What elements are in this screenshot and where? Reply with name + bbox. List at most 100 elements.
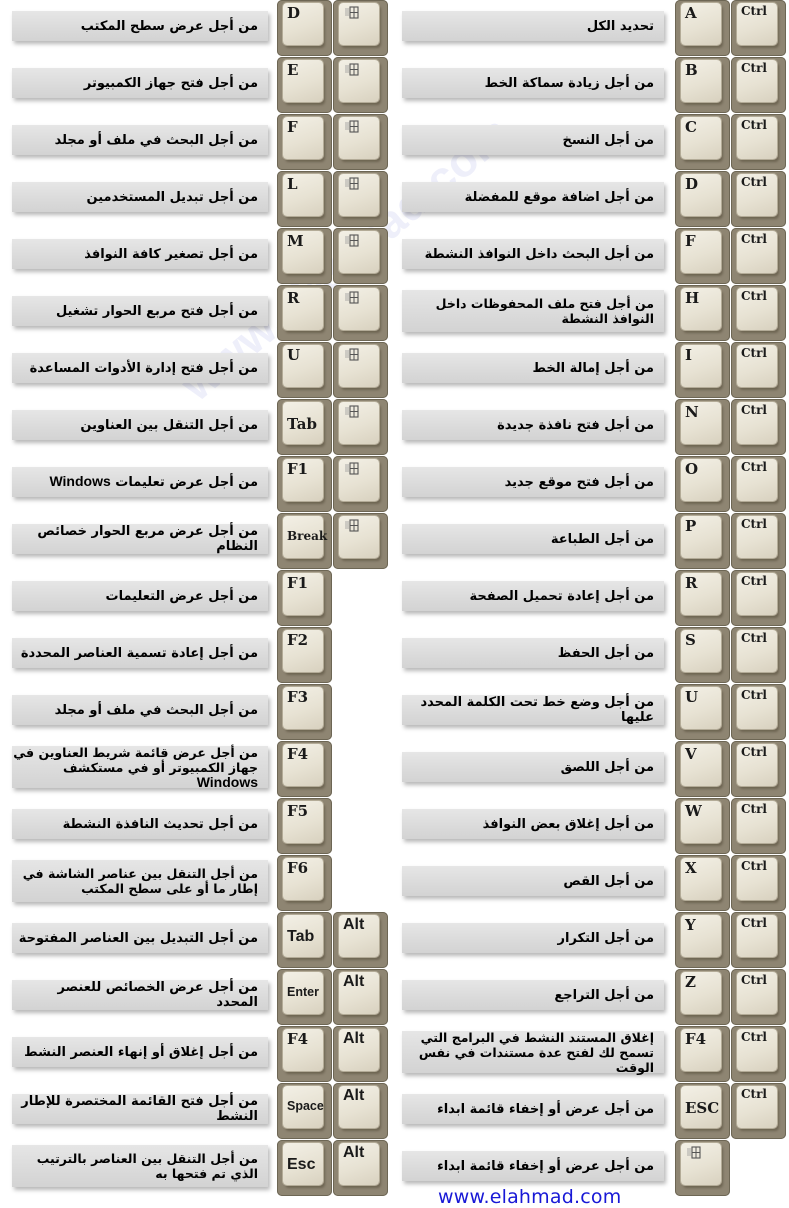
shortcut-description: من أجل التكرار [402,923,664,953]
description-arabic: من أجل البحث في ملف أو مجلد [54,132,258,148]
key-alt: Alt [333,1026,388,1082]
description-text: من أجل عرض التعليمات [106,589,258,604]
description-arabic: من أجل عرض تعليمات [115,475,258,490]
key-label: Alt [343,916,365,933]
key-label: O [685,460,699,478]
description-text: من أجل تبديل المستخدمين [87,190,258,205]
website-link[interactable]: www.elahmad.com [438,1186,621,1208]
shortcut-description: من أجل إعادة تسمية العناصر المحددة [12,638,268,668]
key-ctrl: Ctrl [731,0,786,56]
shortcut-description: من أجل التنقل بين عناصر الشاشة في إطار م… [12,860,268,902]
key-label: D [685,175,699,193]
key-label: F4 [287,745,309,763]
key-c: C [675,114,730,170]
shortcut-row: من أجل عرض تعليمات Windows F1 [0,456,395,513]
key-ctrl: Ctrl [731,912,786,968]
shortcut-description: من أجل فتح جهاز الكمبيوتر [12,68,268,98]
windows-logo-icon [345,63,359,76]
key-label: S [685,631,696,649]
shortcut-row: من أجل إعادة تحميل الصفحة R Ctrl [396,570,789,627]
description-arabic: من أجل زيادة سماكة الخط [484,75,654,91]
shortcut-row: من أجل فتح نافذة جديدة N Ctrl [396,399,789,456]
key-f: F [675,228,730,284]
key-label: F5 [287,802,309,820]
description-text: من أجل إمالة الخط [532,361,654,376]
description-arabic: من أجل التنقل بين العناصر بالترتيب الذي … [36,1151,258,1181]
description-text: من أجل فتح موقع جديد [505,475,654,490]
shortcut-row: من أجل الطباعة P Ctrl [396,513,789,570]
key-label: F4 [685,1030,707,1048]
shortcut-description: من أجل فتح موقع جديد [402,467,664,497]
description-text: من أجل القص [563,874,654,889]
shortcut-description: من أجل البحث داخل النوافذ النشطة [402,239,664,269]
key-label: W [685,802,702,820]
shortcut-description: من أجل فتح نافذة جديدة [402,410,664,440]
shortcut-row: من أجل فتح القائمة المختصرة للإطار النشط… [0,1083,395,1140]
shortcut-row: من أجل عرض قائمة شريط العناوين في جهاز ا… [0,741,395,798]
key-f6: F6 [277,855,332,911]
key-windows [333,342,388,398]
key-label: F [685,232,696,250]
key-alt: Alt [333,912,388,968]
shortcut-description: من أجل اللصق [402,752,664,782]
key-label: Ctrl [741,916,767,930]
shortcut-row: من أجل تبديل المستخدمين L [0,171,395,228]
shortcut-row: من أجل البحث في ملف أو مجلد F [0,114,395,171]
shortcut-row: من أجل التنقل بين عناصر الشاشة في إطار م… [0,855,395,912]
description-arabic: من أجل التكرار [557,930,654,946]
description-text: من أجل البحث في ملف أو مجلد [55,703,258,718]
key-label: D [287,4,301,22]
key-u: U [277,342,332,398]
key-n: N [675,399,730,455]
description-text: من أجل تصغير كافة النوافذ [84,247,258,262]
description-arabic: من أجل فتح القائمة المختصرة للإطار النشط [21,1094,258,1124]
description-arabic: من أجل عرض مربع الحوار خصائص النظام [37,524,258,554]
shortcut-description: من أجل تحديث النافذة النشطة [12,809,268,839]
shortcut-description: من أجل البحث في ملف أو مجلد [12,695,268,725]
key-m: M [277,228,332,284]
key-ctrl: Ctrl [731,855,786,911]
key-label: Ctrl [741,802,767,816]
key-label: Alt [343,1144,365,1161]
key-label: Ctrl [741,517,767,531]
key-label: F1 [287,574,309,592]
key-ctrl: Ctrl [731,627,786,683]
key-label: R [287,289,300,307]
description-text: من أجل فتح ملف المحفوظات داخل النوافذ ال… [402,296,654,326]
key-d: D [675,171,730,227]
description-text: من أجل عرض مربع الحوار خصائص النظام [12,524,258,554]
shortcut-description: من أجل عرض التعليمات [12,581,268,611]
shortcut-description: من أجل عرض الخصائص للعنصر المحدد [12,980,268,1010]
shortcut-row: من أجل إمالة الخط I Ctrl [396,342,789,399]
key-label: A [685,4,697,22]
description-arabic: من أجل عرض سطح المكتب [80,18,258,34]
key-f1: F1 [277,570,332,626]
shortcut-description: من أجل عرض أو إخفاء قائمة ابداء [402,1151,664,1181]
key-x: X [675,855,730,911]
key-ctrl: Ctrl [731,228,786,284]
key-a: A [675,0,730,56]
description-arabic: من أجل البحث في ملف أو مجلد [54,702,258,718]
key-r: R [277,285,332,341]
description-arabic: إغلاق المستند النشط في البرامج التي تسمح… [418,1029,654,1075]
shortcut-description: من أجل إغلاق أو إنهاء العنصر النشط [12,1037,268,1067]
description-text: من أجل التكرار [558,931,654,946]
key-ctrl: Ctrl [731,171,786,227]
description-text: من أجل اللصق [561,760,654,775]
shortcut-row: من أجل وضع خط تحت الكلمة المحدد عليها U Ct… [396,684,789,741]
key-f2: F2 [277,627,332,683]
key-l: L [277,171,332,227]
windows-logo-icon [687,1146,701,1159]
key-label: Y [685,916,696,934]
description-text: من أجل زيادة سماكة الخط [485,76,654,91]
description-text: من أجل فتح مربع الحوار تشغيل [56,304,258,319]
shortcut-description: من أجل التنقل بين العناوين [12,410,268,440]
key-alt: Alt [333,1140,388,1196]
description-arabic: من أجل تحديث النافذة النشطة [62,816,258,832]
description-text: من أجل عرض قائمة شريط العناوين في جهاز ا… [12,745,258,790]
description-text: من أجل التنقل بين العناوين [80,418,258,433]
key-label: Break [287,529,328,543]
shortcut-row: من أجل اضافة موقع للمفضلة D Ctrl [396,171,789,228]
description-arabic: من أجل النسخ [562,132,654,148]
description-arabic: من أجل التراجع [554,987,654,1003]
